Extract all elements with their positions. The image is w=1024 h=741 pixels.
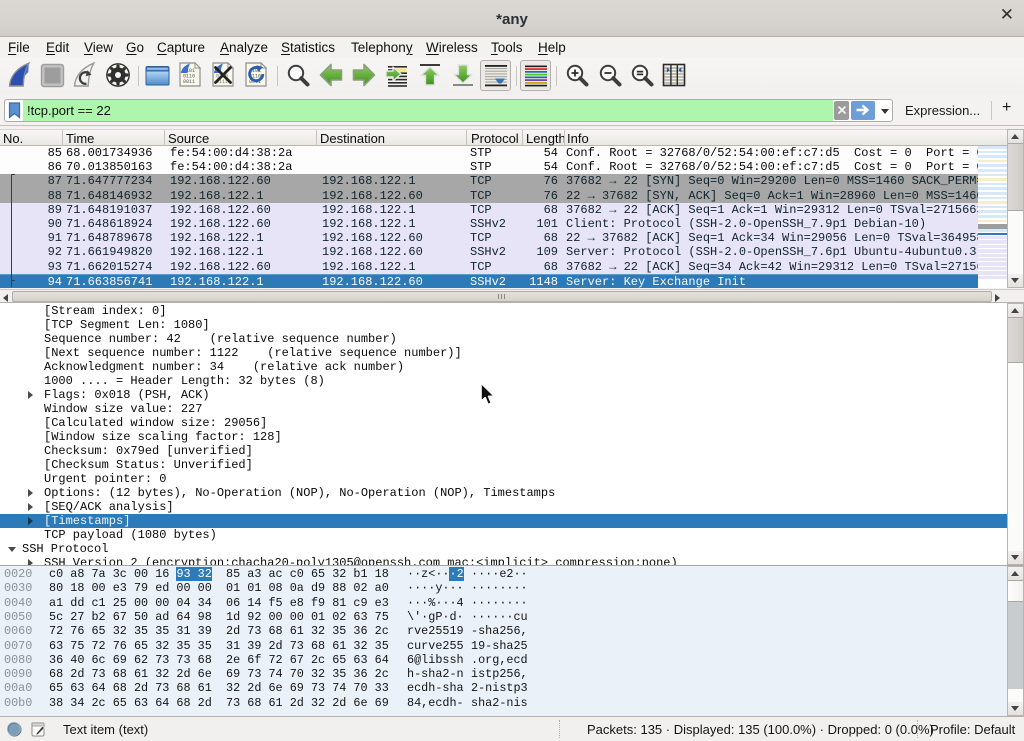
svg-text:0011: 0011 <box>183 79 195 85</box>
